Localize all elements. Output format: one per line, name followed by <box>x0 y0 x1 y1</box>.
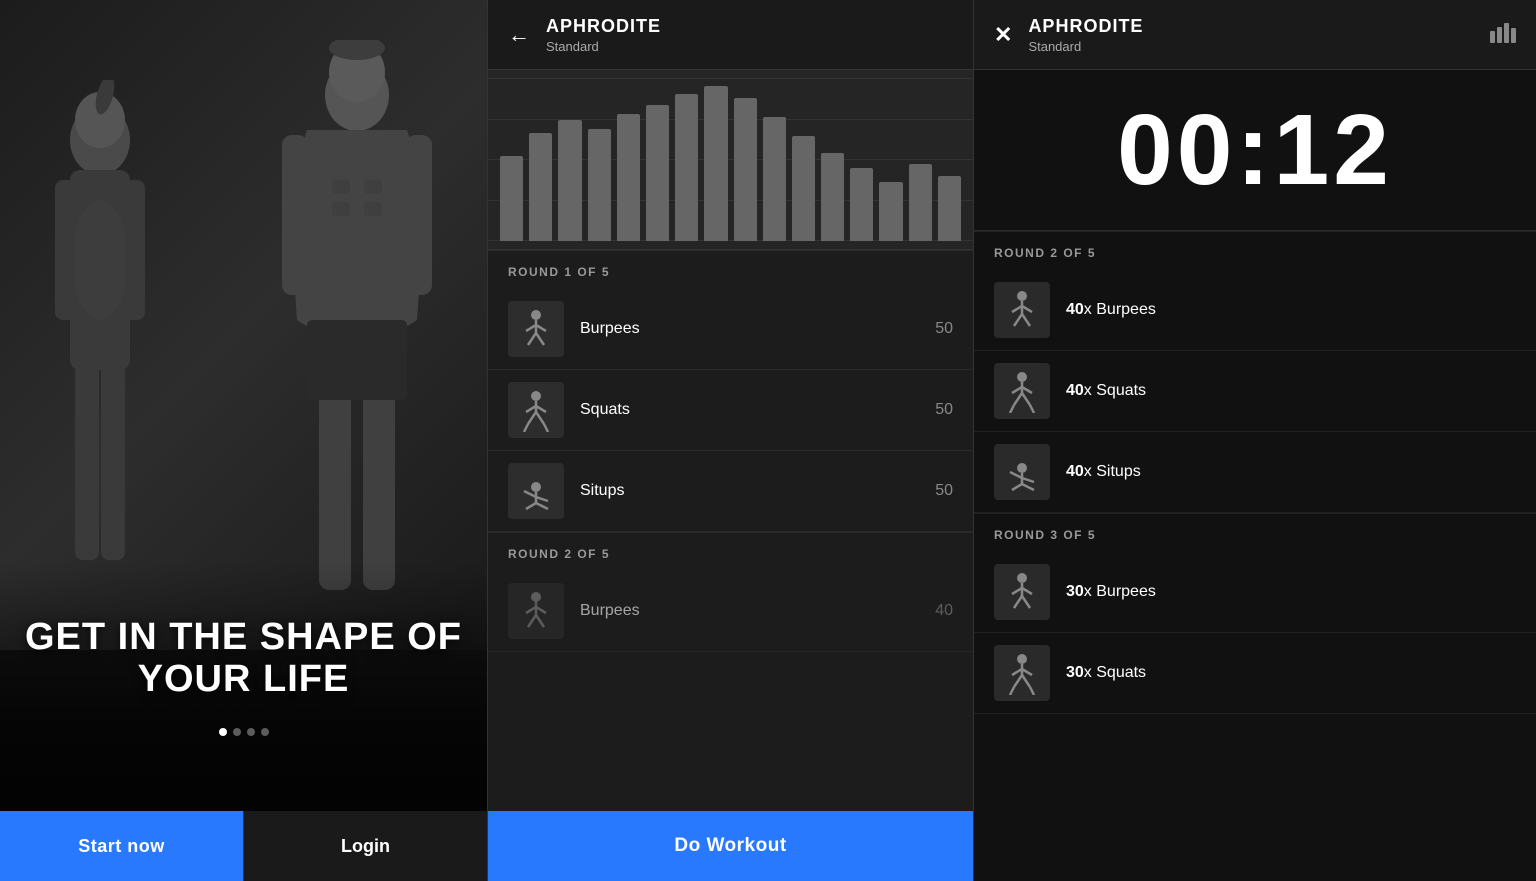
exercise-situps-r1[interactable]: Situps 50 <box>488 451 973 532</box>
timer-burpees-r3[interactable]: 30x Burpees <box>974 552 1536 633</box>
workout-type: Standard <box>546 39 953 54</box>
timer-panel: ✕ APHRODITE Standard 00:12 ROUND 2 OF 5 <box>974 0 1536 881</box>
workout-detail-panel: ← APHRODITE Standard <box>487 0 974 881</box>
timer-exercise-list[interactable]: ROUND 2 OF 5 40x Burpees <box>974 231 1536 881</box>
timer-display: 00:12 <box>974 70 1536 231</box>
timer-workout-type: Standard <box>1028 39 1490 54</box>
timer-squats-r3[interactable]: 30x Squats <box>974 633 1536 714</box>
bar-8 <box>704 86 727 241</box>
timer-header-title: APHRODITE Standard <box>1028 16 1490 54</box>
timer-squats-r2[interactable]: 40x Squats <box>974 351 1536 432</box>
timer-burpees-r3-label: 30x Burpees <box>1066 583 1516 601</box>
timer-squats-r2-label: 40x Squats <box>1066 382 1516 400</box>
exercise-burpees-r1-name: Burpees <box>580 320 919 338</box>
start-now-button[interactable]: Start now <box>0 811 243 881</box>
stats-icon[interactable] <box>1490 21 1516 49</box>
exercise-burpees-thumb <box>508 301 564 357</box>
round-1-header: ROUND 1 OF 5 <box>488 250 973 289</box>
bar-1 <box>500 156 523 241</box>
bar-11 <box>792 136 815 241</box>
dot-3[interactable] <box>247 728 255 736</box>
bar-12 <box>821 153 844 241</box>
hero-section: GET IN THE SHAPE OF YOUR LIFE <box>0 617 487 701</box>
round-1-label: ROUND 1 OF 5 <box>508 265 610 279</box>
timer-round-2-header: ROUND 2 OF 5 <box>974 231 1536 270</box>
athlete-female <box>20 80 180 600</box>
timer-burpees-r2-thumb <box>994 282 1050 338</box>
timer-round-3-label: ROUND 3 OF 5 <box>994 528 1096 542</box>
close-button[interactable]: ✕ <box>994 22 1012 48</box>
exercise-squats-r1-count: 50 <box>935 401 953 419</box>
athletes-background <box>0 0 487 650</box>
bar-4 <box>588 129 611 241</box>
workout-header-title: APHRODITE Standard <box>546 16 953 54</box>
bar-3 <box>558 120 581 241</box>
workout-bottom-bar: Do Workout <box>488 811 973 881</box>
round-2-header: ROUND 2 OF 5 <box>488 532 973 571</box>
workout-header: ← APHRODITE Standard <box>488 0 973 70</box>
workout-chart <box>488 70 973 250</box>
workout-name: APHRODITE <box>546 16 953 37</box>
timer-round-3-header: ROUND 3 OF 5 <box>974 513 1536 552</box>
timer-squats-r2-thumb <box>994 363 1050 419</box>
timer-squats-r3-label: 30x Squats <box>1066 664 1516 682</box>
bar-13 <box>850 168 873 241</box>
bar-7 <box>675 94 698 241</box>
bar-5 <box>617 114 640 241</box>
bar-10 <box>763 117 786 241</box>
exercise-burpees-r2-partial[interactable]: Burpees 40 <box>488 571 973 652</box>
workout-exercise-list[interactable]: ROUND 1 OF 5 Burpees 50 <box>488 250 973 811</box>
exercise-situps-r1-count: 50 <box>935 482 953 500</box>
exercise-squats-thumb <box>508 382 564 438</box>
timer-squats-r3-thumb <box>994 645 1050 701</box>
timer-burpees-r3-thumb <box>994 564 1050 620</box>
timer-burpees-r2[interactable]: 40x Burpees <box>974 270 1536 351</box>
bar-15 <box>909 164 932 242</box>
round-2-label: ROUND 2 OF 5 <box>508 547 610 561</box>
exercise-situps-thumb <box>508 463 564 519</box>
bar-16 <box>938 176 961 241</box>
timer-round-2-label: ROUND 2 OF 5 <box>994 246 1096 260</box>
dot-1[interactable] <box>219 728 227 736</box>
timer-situps-r2[interactable]: 40x Situps <box>974 432 1536 513</box>
chart-line-1 <box>488 78 973 79</box>
landing-bottom-bar: Start now Login <box>0 811 487 881</box>
login-button[interactable]: Login <box>243 811 487 881</box>
timer-burpees-r2-label: 40x Burpees <box>1066 301 1516 319</box>
carousel-dots <box>0 728 487 736</box>
exercise-r2-thumb <box>508 583 564 639</box>
exercise-r2-partial-count: 40 <box>935 602 953 620</box>
exercise-burpees-r1[interactable]: Burpees 50 <box>488 289 973 370</box>
timer-header: ✕ APHRODITE Standard <box>974 0 1536 70</box>
timer-workout-name: APHRODITE <box>1028 16 1490 37</box>
exercise-burpees-r1-count: 50 <box>935 320 953 338</box>
timer-situps-r2-thumb <box>994 444 1050 500</box>
exercise-squats-r1[interactable]: Squats 50 <box>488 370 973 451</box>
timer-countdown: 00:12 <box>994 100 1516 200</box>
bar-6 <box>646 105 669 241</box>
do-workout-button[interactable]: Do Workout <box>488 811 973 881</box>
timer-situps-r2-label: 40x Situps <box>1066 463 1516 481</box>
bar-9 <box>734 98 757 241</box>
dot-4[interactable] <box>261 728 269 736</box>
landing-panel: GET IN THE SHAPE OF YOUR LIFE Start now … <box>0 0 487 881</box>
hero-heading: GET IN THE SHAPE OF YOUR LIFE <box>20 617 467 701</box>
bar-2 <box>529 133 552 242</box>
bar-14 <box>879 182 902 241</box>
exercise-r2-partial-name: Burpees <box>580 602 919 620</box>
exercise-squats-r1-name: Squats <box>580 401 919 419</box>
athlete-male <box>257 40 457 620</box>
exercise-situps-r1-name: Situps <box>580 482 919 500</box>
dot-2[interactable] <box>233 728 241 736</box>
back-button[interactable]: ← <box>508 22 530 48</box>
